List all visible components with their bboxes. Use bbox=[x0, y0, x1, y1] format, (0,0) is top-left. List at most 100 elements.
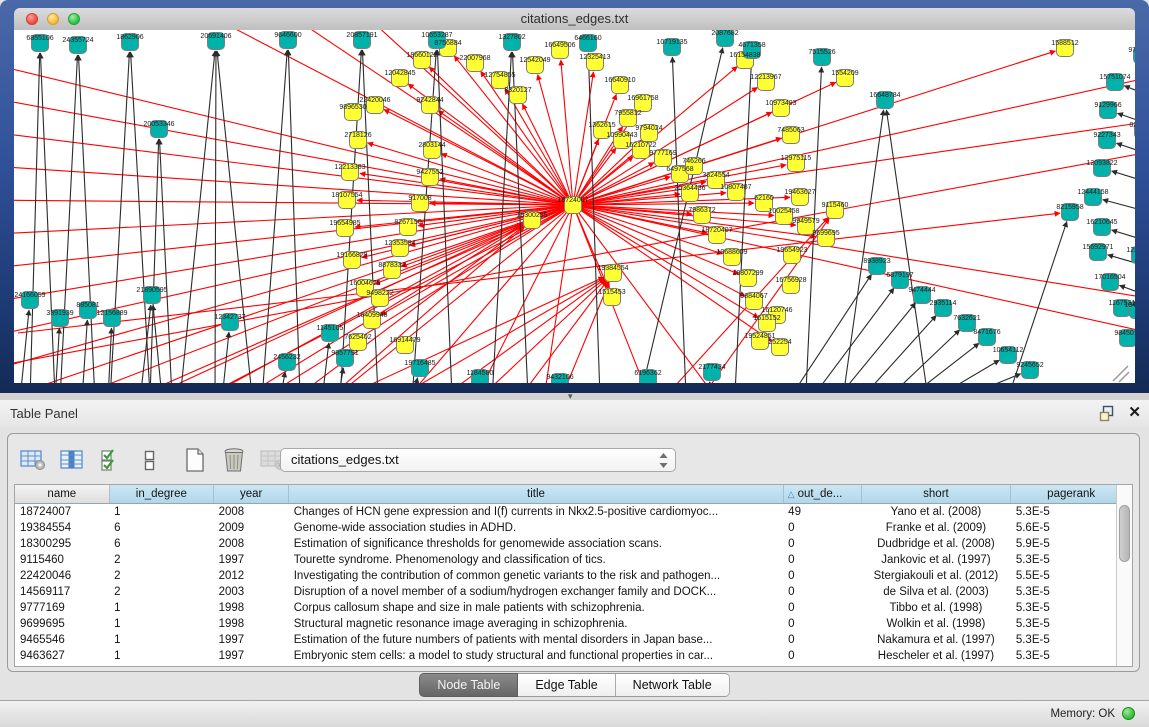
column-header-out_de[interactable]: △out_de... bbox=[783, 485, 861, 503]
graph-edge[interactable] bbox=[14, 150, 1135, 370]
graph-edge[interactable] bbox=[790, 274, 871, 383]
table-row[interactable]: 2242004622012Investigating the contribut… bbox=[15, 568, 1132, 584]
graph-edge[interactable] bbox=[1116, 143, 1135, 158]
graph-edge[interactable] bbox=[1112, 230, 1135, 245]
table-mode-icon[interactable] bbox=[135, 445, 165, 475]
table-row[interactable]: 1938455462009Genome-wide association stu… bbox=[15, 520, 1132, 536]
graph-edge[interactable] bbox=[886, 110, 928, 383]
graph-edge[interactable] bbox=[40, 53, 55, 383]
graph-edge[interactable] bbox=[1103, 200, 1135, 215]
resize-grip[interactable] bbox=[1113, 366, 1129, 382]
graph-edge[interactable] bbox=[338, 368, 343, 383]
graph-edge[interactable] bbox=[1119, 285, 1135, 300]
show-columns-icon[interactable] bbox=[57, 445, 87, 475]
table-vertical-scrollbar[interactable] bbox=[1116, 485, 1132, 666]
table-cell: 18300295 bbox=[15, 536, 109, 552]
table-cell: 0 bbox=[783, 520, 861, 536]
close-icon[interactable]: ✕ bbox=[1128, 404, 1141, 422]
table-cell: 2 bbox=[109, 584, 213, 600]
graph-edge[interactable] bbox=[843, 110, 884, 383]
memory-ok-indicator-icon[interactable] bbox=[1122, 707, 1135, 720]
graph-node-label: 1515453 bbox=[598, 289, 625, 296]
graph-edge[interactable] bbox=[706, 382, 710, 383]
column-header-pagerank[interactable]: pagerank bbox=[1011, 485, 1132, 503]
table-row[interactable]: 946362711997Embryonic stem cells: a mode… bbox=[15, 648, 1132, 664]
table-cell: 1997 bbox=[214, 552, 289, 568]
table-cell: Structural magnetic resonance image aver… bbox=[289, 616, 783, 632]
graph-edge[interactable] bbox=[1124, 86, 1135, 100]
column-header-year[interactable]: year bbox=[214, 485, 289, 503]
graph-edge[interactable] bbox=[159, 139, 172, 383]
graph-edge[interactable] bbox=[288, 50, 300, 383]
graph-edge[interactable] bbox=[60, 55, 77, 383]
create-column-icon[interactable] bbox=[180, 445, 210, 475]
graph-node-label: 9857791 bbox=[331, 350, 358, 357]
table-options-icon[interactable] bbox=[18, 445, 48, 475]
graph-edge[interactable] bbox=[1108, 255, 1135, 270]
graph-node-label: 2803144 bbox=[418, 142, 445, 149]
column-header-title[interactable]: title bbox=[289, 485, 783, 503]
graph-edge[interactable] bbox=[14, 205, 573, 305]
tab-network-table[interactable]: Network Table bbox=[616, 673, 730, 697]
network-canvas[interactable]: 1872400718300295193845541204284522420046… bbox=[14, 30, 1135, 383]
graph-edge[interactable] bbox=[215, 51, 216, 383]
graph-node-label: 15751074 bbox=[1099, 74, 1130, 81]
node-table: namein_degreeyeartitle△out_de...shortpag… bbox=[14, 484, 1133, 667]
graph-edge[interactable] bbox=[573, 72, 593, 205]
table-cell: 9115460 bbox=[15, 552, 109, 568]
table-row[interactable]: 1872400712008Changes of HCN gene express… bbox=[15, 503, 1132, 520]
graph-node-label: 9427552 bbox=[416, 169, 443, 176]
table-cell: Franke et al. (2009) bbox=[861, 520, 1011, 536]
graph-edge[interactable] bbox=[14, 60, 573, 205]
graph-node-label: 18720407 bbox=[701, 227, 732, 234]
table-row[interactable]: 911546021997Tourette syndrome. Phenomeno… bbox=[15, 552, 1132, 568]
delete-column-icon[interactable] bbox=[219, 445, 249, 475]
table-cell: Genome-wide association studies in ADHD. bbox=[289, 520, 783, 536]
table-row[interactable]: 977716911998Corpus callosum shape and si… bbox=[15, 600, 1132, 616]
panel-splitter[interactable]: ▾ bbox=[0, 393, 1149, 400]
graph-node-label: 12542049 bbox=[519, 57, 550, 64]
column-header-short[interactable]: short bbox=[861, 485, 1011, 503]
network-window-titlebar[interactable]: citations_edges.txt bbox=[14, 8, 1135, 31]
table-cell: 5.6E-5 bbox=[1011, 520, 1132, 536]
graph-node-label: 9845012 bbox=[1114, 330, 1135, 337]
graph-node-label: 8267150 bbox=[394, 219, 421, 226]
graph-edge[interactable] bbox=[30, 53, 40, 383]
graph-node-label: 12156889 bbox=[96, 310, 127, 317]
graph-edge[interactable] bbox=[217, 51, 252, 383]
graph-edge[interactable] bbox=[886, 330, 960, 383]
table-row[interactable]: 1830029562008Estimation of significance … bbox=[15, 536, 1132, 552]
graph-edge[interactable] bbox=[548, 282, 609, 383]
graph-edge[interactable] bbox=[836, 303, 916, 383]
tab-edge-table[interactable]: Edge Table bbox=[518, 673, 615, 697]
column-header-name[interactable]: name bbox=[15, 485, 109, 503]
table-cell: 19384554 bbox=[15, 520, 109, 536]
graph-edge[interactable] bbox=[20, 310, 29, 383]
tab-node-table[interactable]: Node Table bbox=[419, 673, 518, 697]
graph-edge[interactable] bbox=[82, 320, 87, 383]
graph-edge[interactable] bbox=[1112, 171, 1135, 186]
edit-columns-icon[interactable] bbox=[96, 445, 126, 475]
graph-node-label: 1554209 bbox=[831, 70, 858, 77]
table-cell: 49 bbox=[783, 503, 861, 520]
dropdown-arrows-icon bbox=[659, 453, 668, 471]
graph-node-label: 16756928 bbox=[775, 277, 806, 284]
table-row[interactable]: 946554611997Estimation of the future num… bbox=[15, 632, 1132, 648]
graph-edge[interactable] bbox=[906, 343, 979, 383]
table-row[interactable]: 1456911722003Disruption of a novel membe… bbox=[15, 584, 1132, 600]
float-window-icon[interactable] bbox=[1099, 405, 1116, 422]
table-row[interactable]: 969969511998Structural magnetic resonanc… bbox=[15, 616, 1132, 632]
graph-edge[interactable] bbox=[180, 30, 573, 205]
scrollbar-thumb[interactable] bbox=[1119, 505, 1130, 562]
graph-node-label: 10990443 bbox=[606, 132, 637, 139]
table-cell: 2003 bbox=[214, 584, 289, 600]
graph-node-label: 9884067 bbox=[740, 293, 767, 300]
table-selector-dropdown[interactable]: citations_edges.txt bbox=[280, 448, 676, 472]
graph-edge[interactable] bbox=[573, 205, 1135, 300]
graph-edge[interactable] bbox=[262, 50, 287, 383]
graph-node-label: 24355724 bbox=[62, 37, 93, 44]
table-cell: 2008 bbox=[214, 503, 289, 520]
column-header-in_degree[interactable]: in_degree bbox=[109, 485, 213, 503]
graph-edge[interactable] bbox=[956, 374, 1021, 383]
graph-node-label: 19384554 bbox=[597, 265, 628, 272]
